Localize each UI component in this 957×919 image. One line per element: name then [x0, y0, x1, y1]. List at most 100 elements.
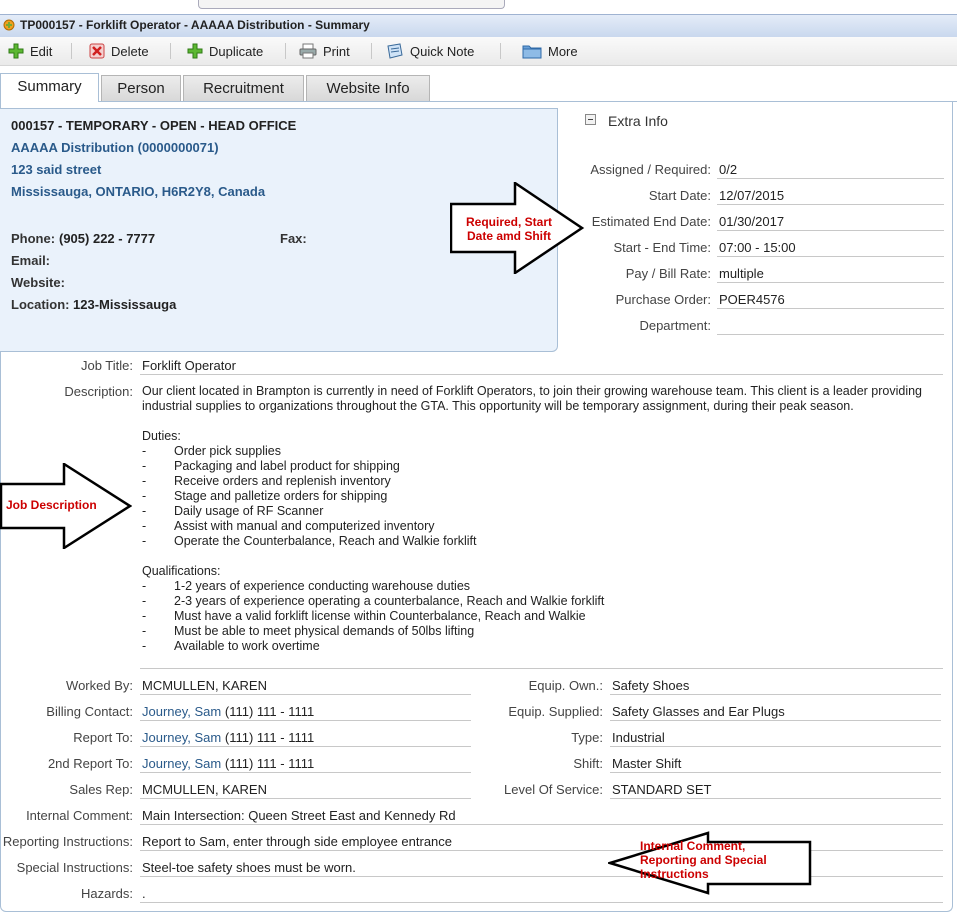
edit-button[interactable]: Edit [8, 41, 52, 61]
duty-item-text: Receive orders and replenish inventory [174, 474, 391, 488]
detail-text: MCMULLEN, KAREN [142, 678, 267, 693]
contact-link[interactable]: Journey, Sam [142, 756, 221, 771]
tab-person[interactable]: Person [101, 75, 181, 101]
qualification-item: - Must have a valid forklift license with… [142, 609, 942, 624]
description-intro: Our client located in Brampton is curren… [142, 384, 923, 413]
detail-label: Level Of Service: [504, 782, 603, 797]
qualification-item-text: Must have a valid forklift license withi… [174, 609, 586, 623]
toolbar-divider [371, 43, 372, 59]
detail-value: MCMULLEN, KAREN [140, 782, 471, 799]
list-dash: - [142, 519, 147, 533]
detail-label: Equip. Supplied: [508, 704, 603, 719]
quick-note-button[interactable]: Quick Note [386, 41, 474, 61]
list-dash: - [142, 459, 147, 473]
collapse-icon[interactable] [585, 114, 596, 125]
annotation-required-text: Required, Start Date amd Shift [465, 215, 552, 243]
extra-info-value: 07:00 - 15:00 [717, 240, 944, 257]
toolbar-divider [500, 43, 501, 59]
detail-label: Shift: [573, 756, 603, 771]
detail-value: Industrial [610, 730, 941, 747]
annotation-internal-text: Internal Comment, Reporting and Special … [640, 839, 767, 881]
detail-label: Billing Contact: [46, 704, 133, 719]
detail-value: Master Shift [610, 756, 941, 773]
quick-note-label: Quick Note [410, 43, 475, 59]
extra-info-value: 0/2 [717, 162, 944, 179]
duty-item-text: Operate the Counterbalance, Reach and Wa… [174, 534, 477, 548]
detail-label: Sales Rep: [69, 782, 133, 797]
list-dash: - [142, 534, 147, 548]
tab-website-info[interactable]: Website Info [306, 75, 430, 101]
toolbar-divider [71, 43, 72, 59]
duty-item: - Order pick supplies [142, 444, 942, 459]
detail-value: Journey, Sam (111) 111 - 1111 [140, 704, 471, 721]
folder-icon [522, 45, 542, 59]
duty-item-text: Stage and palletize orders for shipping [174, 489, 388, 503]
fax-label: Fax: [280, 231, 307, 246]
extra-info-label: Department: [639, 318, 711, 333]
location-label: Location: [11, 297, 70, 312]
job-description: Our client located in Brampton is curren… [142, 384, 942, 654]
app-icon [3, 19, 15, 31]
detail-value: STANDARD SET [610, 782, 941, 799]
duty-item: - Operate the Counterbalance, Reach and W… [142, 534, 942, 549]
location-value: 123-Mississauga [73, 297, 177, 312]
detail-label: Type: [571, 730, 603, 745]
extra-info-value: multiple [717, 266, 944, 283]
window-titlebar: TP000157 - Forklift Operator - AAAAA Dis… [0, 14, 957, 38]
browser-tab[interactable] [198, 0, 505, 9]
extra-info-label: Assigned / Required: [590, 162, 711, 177]
email-label: Email: [11, 253, 51, 268]
phone-value: (905) 222 - 7777 [59, 231, 156, 246]
browser-top-strip [0, 0, 957, 14]
qualification-item-text: Must be able to meet physical demands of… [174, 624, 475, 638]
window-title: TP000157 - Forklift Operator - AAAAA Dis… [20, 18, 370, 32]
toolbar-divider [170, 43, 171, 59]
qualification-item: - 1-2 years of experience conducting ware… [142, 579, 942, 594]
description-underline [140, 668, 943, 669]
extra-info-value: 01/30/2017 [717, 214, 944, 231]
detail-value: Report to Sam, enter through side employ… [140, 834, 943, 851]
qualification-item: - Available to work overtime [142, 639, 942, 654]
delete-button[interactable]: Delete [89, 41, 149, 61]
more-button[interactable]: More [522, 41, 578, 61]
tab-bar: Summary Person Recruitment Website Info [0, 73, 957, 102]
contact-link[interactable]: Journey, Sam [142, 730, 221, 745]
list-dash: - [142, 639, 147, 653]
toolbar-divider [285, 43, 286, 59]
contact-link[interactable]: Journey, Sam [142, 704, 221, 719]
duties-heading: Duties: [142, 429, 181, 443]
list-dash: - [142, 444, 147, 458]
duplicate-label: Duplicate [209, 43, 264, 59]
detail-label: Hazards: [80, 886, 133, 901]
extra-info-value: POER4576 [717, 292, 944, 309]
qualification-item-text: 1-2 years of experience conducting wareh… [174, 579, 471, 593]
detail-value: Journey, Sam (111) 111 - 1111 [140, 730, 471, 747]
detail-value: Safety Glasses and Ear Plugs [610, 704, 941, 721]
extra-info-title: Extra Info [608, 113, 668, 129]
order-heading: 000157 - TEMPORARY - OPEN - HEAD OFFICE [11, 118, 297, 133]
print-button[interactable]: Print [299, 41, 350, 61]
print-label: Print [323, 43, 350, 59]
duty-item: - Assist with manual and computerized inv… [142, 519, 942, 534]
printer-icon [299, 43, 317, 59]
duty-item-text: Packaging and label product for shipping [174, 459, 400, 473]
tab-summary[interactable]: Summary [0, 73, 99, 102]
duty-item: - Packaging and label product for shippin… [142, 459, 942, 474]
detail-value: Safety Shoes [610, 678, 941, 695]
duplicate-button[interactable]: Duplicate [187, 41, 263, 61]
extra-info-label: Purchase Order: [615, 292, 711, 307]
detail-label: Reporting Instructions: [2, 834, 133, 849]
detail-label: Equip. Own.: [528, 678, 603, 693]
detail-text: (111) 111 - 1111 [221, 730, 315, 745]
qualification-item: - 2-3 years of experience operating a cou… [142, 594, 942, 609]
duty-item: - Daily usage of RF Scanner [142, 504, 942, 519]
extra-info-value: 12/07/2015 [717, 188, 944, 205]
note-icon [387, 43, 403, 59]
more-label: More [548, 43, 578, 59]
plus-icon [187, 43, 203, 59]
extra-info-value [717, 318, 944, 335]
detail-label: Worked By: [66, 678, 133, 693]
qualification-item-text: 2-3 years of experience operating a coun… [174, 594, 605, 608]
tab-recruitment[interactable]: Recruitment [183, 75, 304, 101]
company-link[interactable]: AAAAA Distribution (0000000071) [11, 140, 219, 155]
